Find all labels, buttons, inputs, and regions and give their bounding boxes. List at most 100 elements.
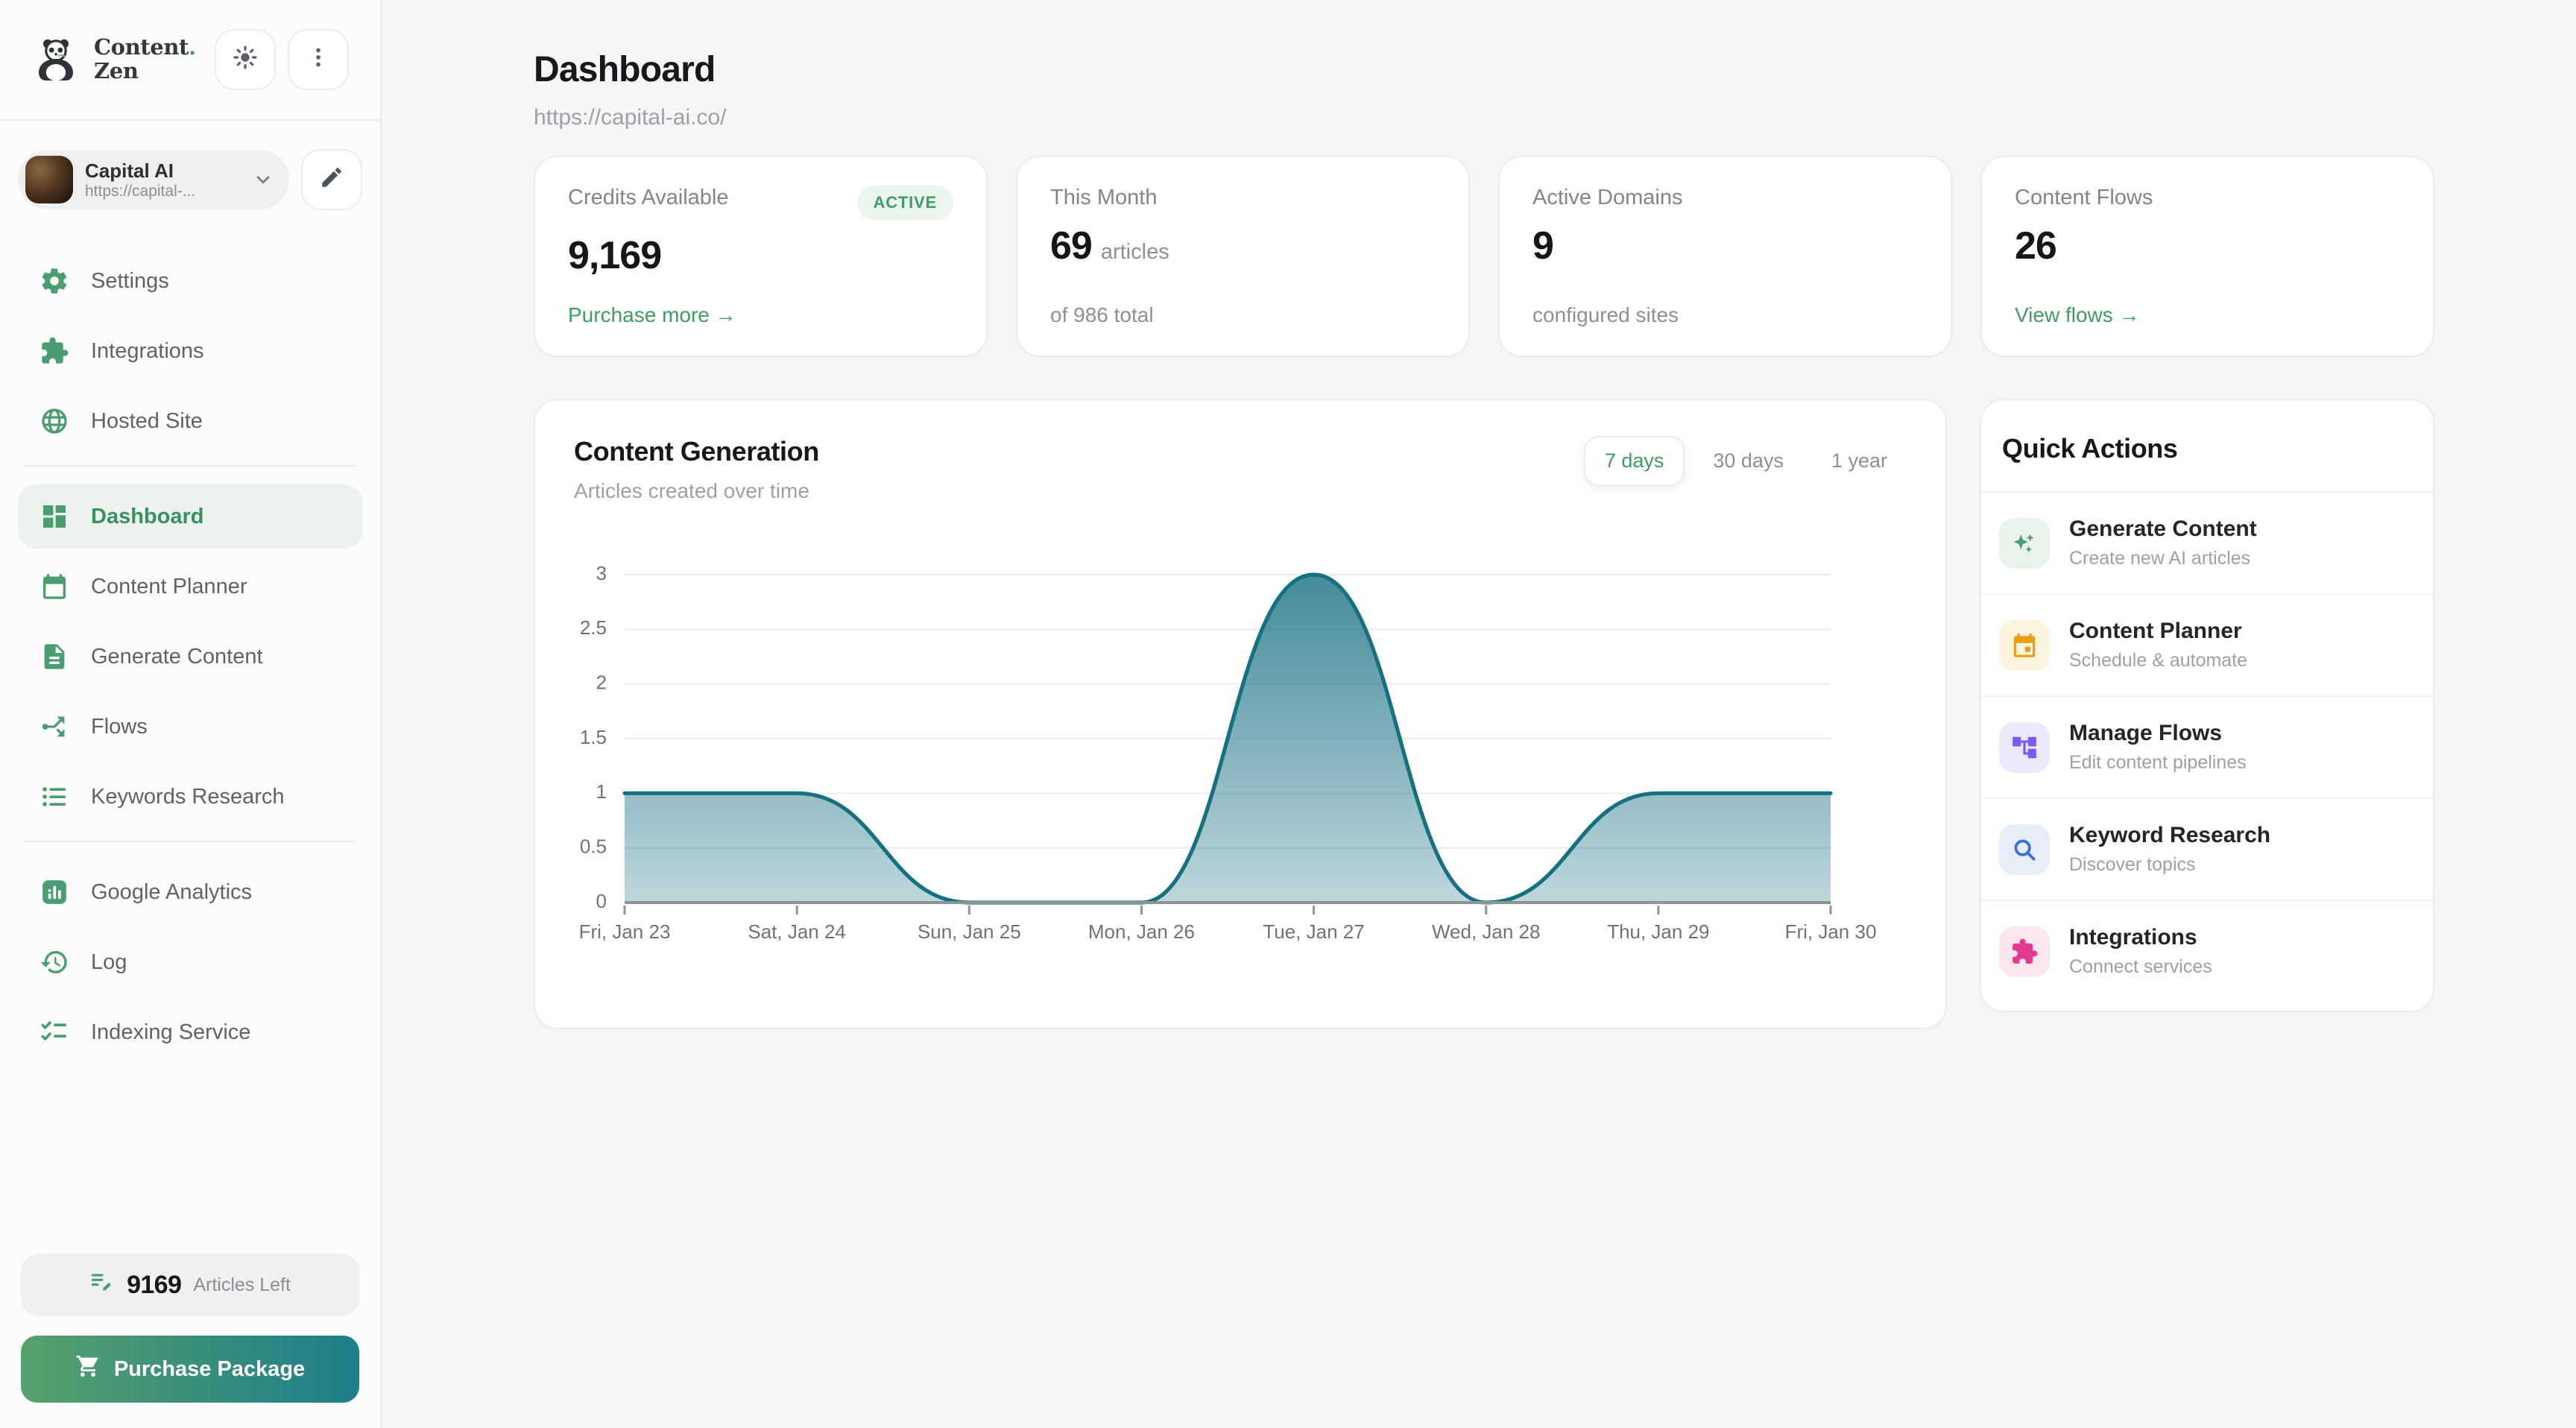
quick-action-integrations[interactable]: Integrations Connect services: [1981, 901, 2433, 1011]
puzzle-icon: [39, 335, 70, 367]
svg-text:0: 0: [596, 890, 607, 912]
more-menu-button[interactable]: [288, 29, 349, 90]
content-generation-chart-card: Content Generation Articles created over…: [534, 399, 1947, 1029]
sidebar-item-label: Keywords Research: [91, 785, 285, 809]
chart-range-tabs: 7 days 30 days 1 year: [1584, 436, 1907, 486]
credits-available-card: Credits Available ACTIVE 9,169 Purchase …: [534, 156, 988, 357]
sidebar-item-flows[interactable]: Flows: [18, 695, 362, 759]
svg-text:1.5: 1.5: [580, 726, 607, 748]
card-label: Active Domains: [1532, 186, 1682, 210]
card-label: This Month: [1050, 186, 1157, 210]
page-url: https://capital-ai.co/: [534, 105, 2576, 130]
quick-action-subtitle: Discover topics: [2069, 854, 2270, 876]
sidebar-item-label: Flows: [91, 715, 148, 739]
checklist-icon: [39, 1017, 70, 1048]
svg-text:Thu, Jan 29: Thu, Jan 29: [1607, 920, 1709, 943]
this-month-card: This Month 69articles of 986 total: [1016, 156, 1470, 357]
card-label: Content Flows: [2015, 186, 2153, 210]
cart-icon: [75, 1353, 101, 1385]
tab-1-year[interactable]: 1 year: [1812, 437, 1907, 484]
quick-action-title: Keyword Research: [2069, 823, 2270, 848]
sidebar-divider: [24, 841, 356, 842]
quick-action-subtitle: Schedule & automate: [2069, 650, 2247, 672]
quick-action-subtitle: Create new AI articles: [2069, 548, 2257, 569]
quick-action-content-planner[interactable]: Content Planner Schedule & automate: [1981, 595, 2433, 697]
sidebar-item-label: Dashboard: [91, 505, 203, 529]
view-flows-link[interactable]: View flows →: [2015, 303, 2140, 326]
list-icon: [39, 781, 70, 812]
purchase-more-link[interactable]: Purchase more →: [568, 303, 736, 326]
svg-text:Mon, Jan 26: Mon, Jan 26: [1088, 920, 1195, 943]
sparkles-icon: [1999, 518, 2050, 569]
sidebar-item-label: Log: [91, 950, 127, 975]
active-domains-card: Active Domains 9 configured sites: [1498, 156, 1952, 357]
sidebar-item-label: Google Analytics: [91, 880, 252, 905]
logo-row: Content. Zen: [0, 0, 380, 121]
sun-icon: [231, 43, 259, 77]
sidebar-item-dashboard[interactable]: Dashboard: [18, 484, 362, 549]
theme-toggle-button[interactable]: [215, 29, 276, 90]
main-content: Dashboard https://capital-ai.co/ Credits…: [382, 0, 2576, 1428]
sidebar-item-hosted-site[interactable]: Hosted Site: [18, 389, 362, 453]
sidebar-item-label: Content Planner: [91, 575, 247, 599]
articles-left-badge: 9169 Articles Left: [21, 1254, 359, 1316]
sidebar-item-indexing-service[interactable]: Indexing Service: [18, 1000, 362, 1064]
page-title: Dashboard: [534, 49, 2576, 90]
vertical-dots-icon: [304, 43, 332, 77]
sidebar-item-google-analytics[interactable]: Google Analytics: [18, 860, 362, 924]
sidebar-item-content-planner[interactable]: Content Planner: [18, 555, 362, 619]
sidebar-item-generate-content[interactable]: Generate Content: [18, 625, 362, 689]
pencil-icon: [319, 165, 344, 195]
svg-text:Fri, Jan 23: Fri, Jan 23: [579, 920, 671, 943]
chevron-down-icon: [252, 168, 274, 191]
quick-action-manage-flows[interactable]: Manage Flows Edit content pipelines: [1981, 697, 2433, 799]
app-name: Content. Zen: [94, 36, 196, 83]
sidebar-item-settings[interactable]: Settings: [18, 249, 362, 313]
area-chart: 00.511.522.53Fri, Jan 23Sat, Jan 24Sun, …: [574, 554, 1907, 953]
svg-text:2: 2: [596, 672, 607, 694]
chart-title: Content Generation: [574, 436, 819, 467]
sidebar-item-integrations[interactable]: Integrations: [18, 319, 362, 383]
magnifier-icon: [1999, 824, 2050, 875]
svg-text:Tue, Jan 27: Tue, Jan 27: [1263, 920, 1364, 943]
workspace-name: Capital AI: [85, 159, 246, 183]
calendar-icon: [39, 571, 70, 602]
tab-7-days[interactable]: 7 days: [1584, 436, 1685, 486]
sidebar-item-label: Integrations: [91, 339, 204, 364]
articles-left-count: 9169: [127, 1271, 181, 1300]
tab-30-days[interactable]: 30 days: [1693, 437, 1803, 484]
svg-text:Sat, Jan 24: Sat, Jan 24: [748, 920, 846, 943]
svg-text:Wed, Jan 28: Wed, Jan 28: [1432, 920, 1541, 943]
quick-action-subtitle: Connect services: [2069, 956, 2212, 978]
gear-icon: [39, 265, 70, 297]
sidebar-nav: Settings Integrations Hosted Site Dash: [0, 249, 380, 1070]
quick-action-title: Manage Flows: [2069, 721, 2247, 746]
sidebar: Content. Zen: [0, 0, 382, 1428]
sidebar-item-label: Generate Content: [91, 645, 263, 669]
svg-text:0.5: 0.5: [580, 835, 607, 858]
app-root: Content. Zen: [0, 0, 2576, 1428]
sidebar-item-keywords-research[interactable]: Keywords Research: [18, 765, 362, 829]
quick-action-generate-content[interactable]: Generate Content Create new AI articles: [1981, 493, 2433, 595]
flow-nodes-icon: [1999, 722, 2050, 773]
purchase-package-button[interactable]: Purchase Package: [21, 1336, 359, 1403]
quick-action-title: Content Planner: [2069, 619, 2247, 644]
workspace-selector[interactable]: Capital AI https://capital-...: [18, 150, 289, 209]
edit-workspace-button[interactable]: [301, 149, 362, 210]
quick-action-subtitle: Edit content pipelines: [2069, 752, 2247, 774]
purchase-package-label: Purchase Package: [114, 1357, 305, 1382]
active-domains-value: 9: [1532, 224, 1918, 268]
quick-action-keyword-research[interactable]: Keyword Research Discover topics: [1981, 799, 2433, 901]
card-label: Credits Available: [568, 186, 728, 210]
list-pencil-icon: [89, 1269, 115, 1301]
svg-text:1: 1: [596, 780, 607, 803]
sidebar-item-log[interactable]: Log: [18, 930, 362, 994]
puzzle-icon: [1999, 926, 2050, 977]
stat-cards-row: Credits Available ACTIVE 9,169 Purchase …: [534, 156, 2434, 357]
articles-left-label: Articles Left: [193, 1274, 291, 1296]
articles-this-month-value: 69articles: [1050, 224, 1436, 268]
sidebar-divider: [24, 465, 356, 467]
svg-text:3: 3: [596, 562, 607, 584]
content-chart-svg: 00.511.522.53Fri, Jan 23Sat, Jan 24Sun, …: [574, 554, 1910, 953]
workspace-url: https://capital-...: [85, 183, 246, 200]
